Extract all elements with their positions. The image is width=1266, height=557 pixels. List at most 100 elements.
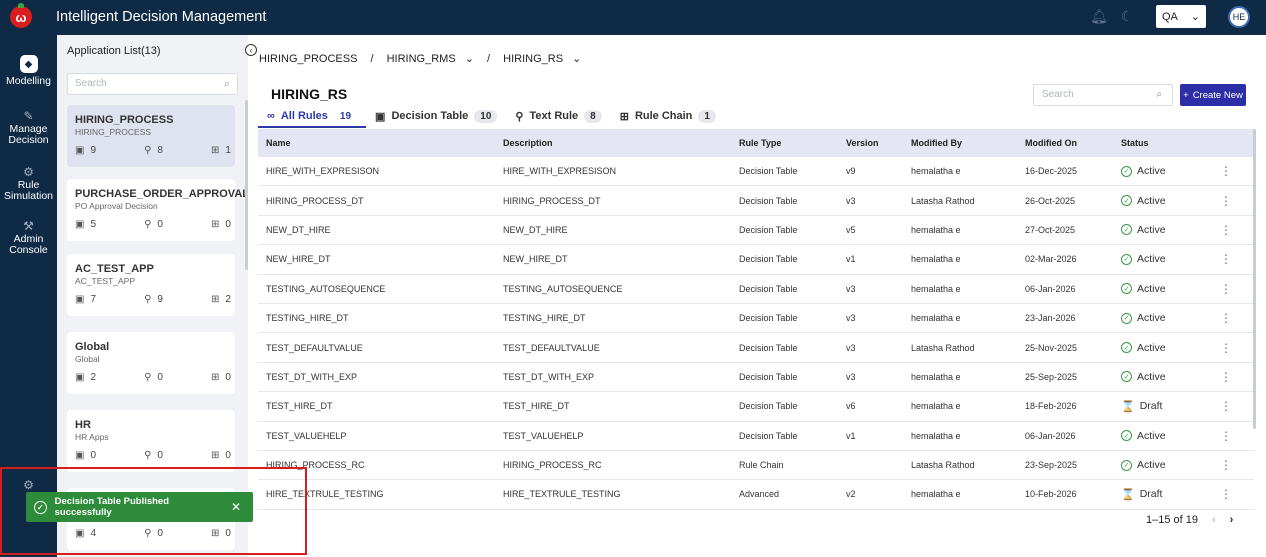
app-card-global[interactable]: Global Global ▣ 2 ⚲ 0 ⊞ 0 — [67, 332, 235, 394]
column-header-modified-by[interactable]: Modified By — [903, 138, 1017, 148]
cell-description: NEW_HIRE_DT — [503, 254, 568, 265]
cell-status: ✓ Active — [1113, 342, 1201, 354]
create-new-button[interactable]: + Create New — [1180, 84, 1246, 106]
app-description: PO Approval Decision — [75, 201, 158, 211]
bell-icon[interactable]: 🔔︎ — [1090, 8, 1108, 25]
app-card-ac-test-app[interactable]: AC_TEST_APP AC_TEST_APP ▣ 7 ⚲ 9 ⊞ 2 — [67, 254, 235, 316]
nav-item-manage-decision[interactable]: ✎ Manage Decision — [0, 110, 57, 146]
more-actions-icon[interactable]: ⋮ — [1201, 223, 1251, 237]
text-rule-icon: ⚲ — [144, 450, 152, 461]
app-card-hr[interactable]: HR HR Apps ▣ 0 ⚲ 0 ⊞ 0 — [67, 410, 235, 472]
cell-description: TESTING_HIRE_DT — [503, 313, 586, 324]
table-row[interactable]: TEST_DEFAULTVALUE TEST_DEFAULTVALUE Decisi… — [258, 333, 1254, 363]
cell-name: TESTING_HIRE_DT — [266, 313, 349, 324]
cell-modified-on: 23-Sep-2025 — [1025, 460, 1078, 471]
more-actions-icon[interactable]: ⋮ — [1201, 341, 1251, 355]
chevron-down-icon[interactable]: ⌄ — [572, 53, 581, 65]
rule-chain-icon: ⊞ — [211, 219, 220, 230]
moon-icon[interactable]: ☾ — [1118, 8, 1136, 25]
more-actions-icon[interactable]: ⋮ — [1201, 311, 1251, 325]
more-actions-icon[interactable]: ⋮ — [1201, 164, 1251, 178]
cell-rule-type: Decision Table — [739, 401, 798, 412]
nav-item-modelling[interactable]: ◆ Modelling — [0, 55, 57, 87]
more-actions-icon[interactable]: ⋮ — [1201, 282, 1251, 296]
breadcrumb-ruleset-group[interactable]: HIRING_RMS — [387, 53, 456, 65]
table-row[interactable]: HIRE_TEXTRULE_TESTING HIRE_TEXTRULE_TESTI… — [258, 480, 1254, 510]
cell-modified-on: 25-Sep-2025 — [1025, 371, 1078, 382]
cell-modified-by: Latasha Rathod — [911, 460, 975, 471]
rule-chain-count: 2 — [225, 294, 231, 305]
rule-chain-icon: ⊞ — [619, 111, 629, 123]
more-actions-icon[interactable]: ⋮ — [1201, 399, 1251, 413]
more-actions-icon[interactable]: ⋮ — [1201, 487, 1251, 501]
table-row[interactable]: TEST_VALUEHELP TEST_VALUEHELP Decision Tab… — [258, 422, 1254, 451]
column-header-version[interactable]: Version — [838, 138, 903, 148]
text-rule-count: 0 — [157, 372, 163, 383]
cell-rule-type: Decision Table — [739, 342, 798, 353]
cell-modified-by: hemalatha e — [911, 489, 961, 500]
status-text: Active — [1137, 165, 1166, 178]
app-description: HIRING_PROCESS — [75, 127, 152, 137]
column-header-modified-on[interactable]: Modified On — [1017, 138, 1113, 148]
rule-chain-count: 0 — [225, 450, 231, 461]
app-counts: ▣ 2 ⚲ 0 ⊞ 0 — [75, 372, 231, 383]
column-header-rule-type[interactable]: Rule Type — [731, 138, 838, 148]
highlight-box — [0, 467, 307, 555]
more-actions-icon[interactable]: ⋮ — [1201, 429, 1251, 443]
application-list-title: Application List(13) — [67, 45, 161, 57]
cell-modified-by: hemalatha e — [911, 430, 961, 441]
more-actions-icon[interactable]: ⋮ — [1201, 458, 1251, 472]
application-search-input[interactable]: Search ⌕ — [67, 73, 238, 95]
table-row[interactable]: HIRING_PROCESS_RC HIRING_PROCESS_RC Rule C… — [258, 451, 1254, 481]
breadcrumb-ruleset[interactable]: HIRING_RS — [503, 53, 563, 65]
application-list-scrollbar[interactable] — [245, 100, 248, 270]
column-header-description[interactable]: Description — [495, 138, 731, 148]
table-row[interactable]: NEW_DT_HIRE NEW_DT_HIRE Decision Table v5 he… — [258, 216, 1254, 246]
cell-modified-on: 16-Dec-2025 — [1025, 166, 1078, 177]
admin-icon: ⚒ — [23, 219, 34, 233]
more-actions-icon[interactable]: ⋮ — [1201, 252, 1251, 266]
tab-count-badge: 19 — [339, 111, 352, 122]
text-rule-icon: ⚲ — [144, 145, 152, 156]
table-row[interactable]: TESTING_HIRE_DT TESTING_HIRE_DT Decision T… — [258, 304, 1254, 334]
chevron-right-icon[interactable]: › — [1230, 514, 1234, 526]
column-header-status[interactable]: Status — [1113, 138, 1201, 148]
text-rule-count: 8 — [157, 145, 163, 156]
nav-item-rule-simulation[interactable]: ⚙ Rule Simulation — [0, 166, 57, 202]
rules-search-input[interactable]: Search ⌕ — [1033, 84, 1173, 106]
nav-item-admin-console[interactable]: ⚒ Admin Console — [0, 219, 57, 256]
more-actions-icon[interactable]: ⋮ — [1201, 194, 1251, 208]
collapse-panel-icon[interactable]: ‹ — [245, 44, 257, 56]
plus-icon: + — [1183, 89, 1189, 101]
table-row[interactable]: HIRING_PROCESS_DT HIRING_PROCESS_DT Decisi… — [258, 186, 1254, 216]
status-text: Active — [1137, 459, 1166, 472]
table-row[interactable]: NEW_HIRE_DT NEW_HIRE_DT Decision Table v1 he… — [258, 245, 1254, 275]
cell-rule-type: Decision Table — [739, 283, 798, 294]
chevron-down-icon[interactable]: ⌄ — [465, 53, 474, 65]
tab-decision-table[interactable]: ▣ Decision Table 10 — [366, 108, 506, 128]
avatar[interactable]: HE — [1228, 5, 1250, 28]
more-actions-icon[interactable]: ⋮ — [1201, 370, 1251, 384]
chevron-left-icon[interactable]: ‹ — [1212, 514, 1216, 526]
table-row[interactable]: TESTING_AUTOSEQUENCE TESTING_AUTOSEQUENCE… — [258, 275, 1254, 304]
table-row[interactable]: HIRE_WITH_EXPRESISON HIRE_WITH_EXPRESISON… — [258, 157, 1254, 187]
cell-status: ✓ Active — [1113, 165, 1201, 177]
table-row[interactable]: TEST_HIRE_DT TEST_HIRE_DT Decision Table v6… — [258, 392, 1254, 422]
app-counts: ▣ 7 ⚲ 9 ⊞ 2 — [75, 294, 231, 305]
cell-name: TEST_VALUEHELP — [266, 430, 347, 441]
app-card-purchase-order-approval[interactable]: PURCHASE_ORDER_APPROVAL PO Approval Deci… — [67, 179, 248, 241]
status-text: Active — [1137, 312, 1166, 325]
cell-modified-on: 06-Jan-2026 — [1025, 430, 1076, 441]
cell-description: TEST_DT_WITH_EXP — [503, 371, 595, 382]
tab-rule-chain[interactable]: ⊞ Rule Chain 1 — [611, 108, 725, 128]
environment-select[interactable]: QA ⌄ — [1156, 5, 1206, 28]
breadcrumb-application[interactable]: HIRING_PROCESS — [259, 53, 357, 65]
column-header-name[interactable]: Name — [258, 138, 495, 148]
app-card-hiring-process[interactable]: HIRING_PROCESS HIRING_PROCESS ▣ 9 ⚲ 8 ⊞ 1 — [67, 105, 235, 167]
table-row[interactable]: TEST_DT_WITH_EXP TEST_DT_WITH_EXP Decision… — [258, 363, 1254, 393]
tab-text-rule[interactable]: ⚲ Text Rule 8 — [506, 108, 610, 128]
top-bar: ω Intelligent Decision Management 🔔︎ ☾ Q… — [0, 0, 1266, 35]
cell-name: TEST_DEFAULTVALUE — [266, 342, 363, 353]
tab-all-rules[interactable]: ∞ All Rules 19 — [258, 108, 367, 128]
table-scrollbar[interactable] — [1253, 129, 1256, 429]
